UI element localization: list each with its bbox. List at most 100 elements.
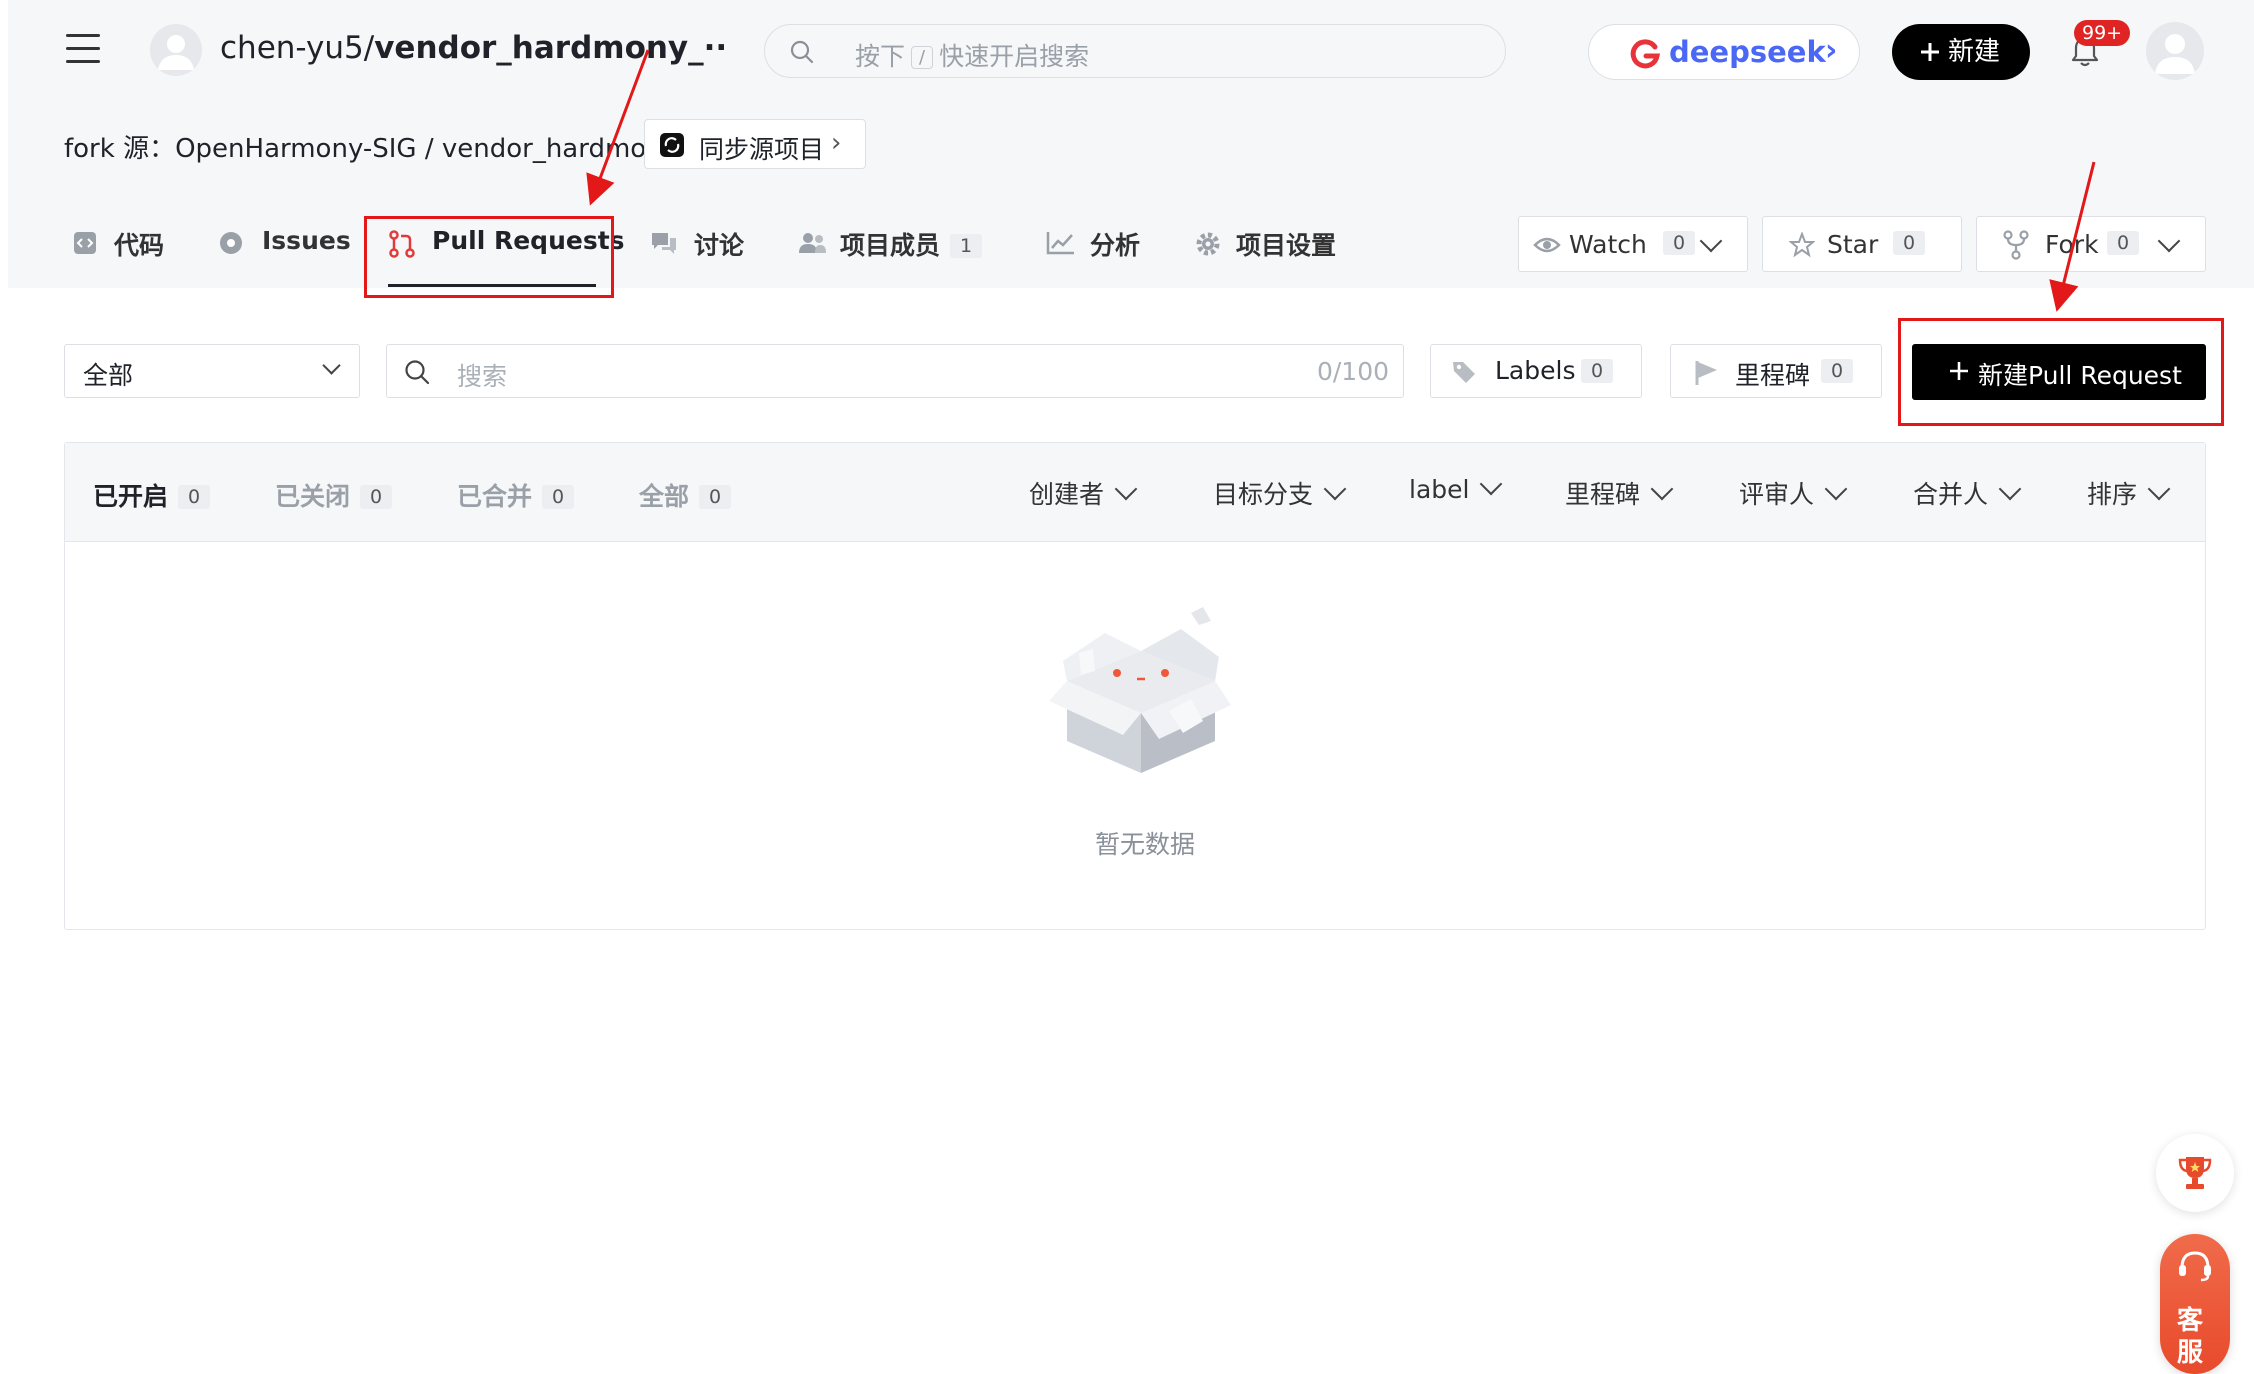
fork-count: 0 xyxy=(2107,231,2140,255)
members-icon xyxy=(799,233,826,253)
filter-label-dropdown[interactable]: label xyxy=(1409,472,1503,504)
milestones-button[interactable]: 里程碑 0 xyxy=(1670,344,1882,398)
top-navigation-bar: chen-yu5/vendor_hardmony_·· 按下 / 快速开启搜索 de… xyxy=(8,0,2254,100)
user-avatar[interactable] xyxy=(2146,22,2204,80)
star-button[interactable]: Star 0 xyxy=(1762,216,1962,272)
fork-icon xyxy=(2003,230,2029,260)
empty-state-text: 暂无数据 xyxy=(1095,830,1196,859)
deepseek-button[interactable]: deepseek › xyxy=(1588,24,1860,80)
milestones-count: 0 xyxy=(1821,359,1854,383)
tab-discussion[interactable]: 讨论 xyxy=(650,226,744,262)
chevron-down-icon[interactable] xyxy=(2157,229,2181,253)
watch-count: 0 xyxy=(1663,231,1696,255)
state-all-count: 0 xyxy=(699,485,732,509)
chevron-down-icon xyxy=(1824,477,1848,501)
sync-source-button[interactable]: 同步源项目 › xyxy=(644,119,866,169)
tab-issues[interactable]: Issues xyxy=(212,226,351,255)
state-tab-merged[interactable]: 已合并 0 xyxy=(457,477,575,513)
shortcut-key: / xyxy=(911,46,934,69)
fork-source-link[interactable]: fork 源：OpenHarmony-SIG / vendor_hardmony xyxy=(64,128,678,165)
tab-issues-label: Issues xyxy=(262,226,351,255)
tab-members[interactable]: 项目成员 1 xyxy=(798,226,983,262)
chevron-down-icon xyxy=(1650,477,1674,501)
active-tab-indicator xyxy=(388,284,596,287)
eye-icon xyxy=(1533,237,1561,253)
chevron-down-icon xyxy=(2147,477,2171,501)
create-new-label: 新建 xyxy=(1948,37,2001,67)
chevron-right-icon: › xyxy=(831,128,842,158)
user-silhouette-icon xyxy=(158,35,194,70)
milestones-label: 里程碑 xyxy=(1735,361,1811,390)
state-tab-closed[interactable]: 已关闭 0 xyxy=(275,477,393,513)
chevron-down-icon xyxy=(1480,472,1503,496)
customer-service-label-2: 服 xyxy=(2177,1338,2204,1368)
list-filter-bar: 已开启 0 已关闭 0 已合并 0 全部 0 创建者 目标分支 label 里程碑 评审… xyxy=(65,443,2205,542)
repo-breadcrumb[interactable]: chen-yu5/vendor_hardmony_·· xyxy=(220,30,727,66)
repo-name-link[interactable]: vendor_hardmony_·· xyxy=(374,30,727,66)
pull-request-icon xyxy=(389,230,415,258)
filter-target-branch-dropdown[interactable]: 目标分支 xyxy=(1213,475,1347,511)
star-icon xyxy=(1789,232,1815,258)
deepseek-logo-icon xyxy=(1630,39,1660,69)
labels-button[interactable]: Labels 0 xyxy=(1430,344,1642,398)
tag-icon xyxy=(1453,362,1475,383)
page: chen-yu5/vendor_hardmony_·· 按下 / 快速开启搜索 de… xyxy=(8,0,2254,1374)
search-icon xyxy=(405,360,430,385)
discussion-icon xyxy=(652,233,676,254)
plus-icon xyxy=(1921,43,1939,61)
trophy-icon xyxy=(2178,1157,2212,1189)
chevron-down-icon[interactable] xyxy=(1699,229,1723,253)
tab-pull-requests[interactable]: Pull Requests xyxy=(388,226,625,258)
customer-service-button[interactable]: 客 服 xyxy=(2160,1234,2230,1374)
state-open-count: 0 xyxy=(178,485,211,509)
deepseek-label: deepseek xyxy=(1669,35,1826,69)
repo-owner-avatar[interactable] xyxy=(150,24,202,76)
filter-merger-dropdown[interactable]: 合并人 xyxy=(1913,475,2022,511)
filter-reviewer-dropdown[interactable]: 评审人 xyxy=(1739,475,1848,511)
chevron-right-icon: › xyxy=(1825,33,1838,68)
search-icon xyxy=(790,40,814,64)
sync-icon xyxy=(660,133,684,157)
watch-label: Watch xyxy=(1569,230,1647,259)
tab-code[interactable]: 代码 xyxy=(64,226,164,262)
star-label: Star xyxy=(1827,230,1879,259)
tab-settings[interactable]: 项目设置 xyxy=(1194,226,1336,262)
global-search-input[interactable]: 按下 / 快速开启搜索 xyxy=(764,24,1506,78)
tab-settings-label: 项目设置 xyxy=(1236,231,1337,260)
filter-sort-dropdown[interactable]: 排序 xyxy=(2087,475,2171,511)
fork-button[interactable]: Fork 0 xyxy=(1976,216,2206,272)
tab-pull-requests-label: Pull Requests xyxy=(432,226,625,255)
tab-discussion-label: 讨论 xyxy=(694,231,745,260)
trophy-button[interactable] xyxy=(2156,1134,2234,1212)
tab-code-label: 代码 xyxy=(114,231,165,260)
star-count: 0 xyxy=(1893,231,1926,255)
tab-analytics[interactable]: 分析 xyxy=(1046,226,1140,262)
state-closed-count: 0 xyxy=(360,485,393,509)
headset-icon xyxy=(2179,1251,2211,1282)
plus-icon xyxy=(1950,362,1968,380)
new-pull-request-button[interactable]: 新建Pull Request xyxy=(1912,344,2206,400)
create-new-button[interactable]: 新建 xyxy=(1892,24,2030,80)
watch-button[interactable]: Watch 0 xyxy=(1518,216,1748,272)
state-tab-open[interactable]: 已开启 0 xyxy=(93,477,211,513)
filter-author-dropdown[interactable]: 创建者 xyxy=(1029,475,1138,511)
members-count: 1 xyxy=(950,234,983,258)
tab-members-label: 项目成员 xyxy=(840,231,941,260)
notification-badge: 99+ xyxy=(2074,20,2131,46)
code-icon xyxy=(74,232,96,254)
chevron-down-icon xyxy=(1114,477,1138,501)
scope-select[interactable]: 全部 xyxy=(64,344,360,398)
new-pull-request-label: 新建Pull Request xyxy=(1978,361,2182,390)
empty-box-illustration xyxy=(1049,607,1231,773)
pr-search-placeholder: 搜索 xyxy=(457,362,508,391)
state-tab-all[interactable]: 全部 0 xyxy=(639,477,732,513)
scope-select-value: 全部 xyxy=(83,361,134,390)
issue-icon xyxy=(220,232,242,254)
pr-search-counter: 0/100 xyxy=(1316,357,1389,386)
chevron-down-icon xyxy=(1998,477,2022,501)
filter-milestone-dropdown[interactable]: 里程碑 xyxy=(1565,475,1674,511)
repo-owner-link[interactable]: chen-yu5/ xyxy=(220,30,374,66)
pull-request-list: 已开启 0 已关闭 0 已合并 0 全部 0 创建者 目标分支 label 里程碑 评审… xyxy=(64,442,2206,930)
menu-icon[interactable] xyxy=(66,34,100,64)
pr-search-input[interactable]: 搜索 0/100 xyxy=(386,344,1404,398)
